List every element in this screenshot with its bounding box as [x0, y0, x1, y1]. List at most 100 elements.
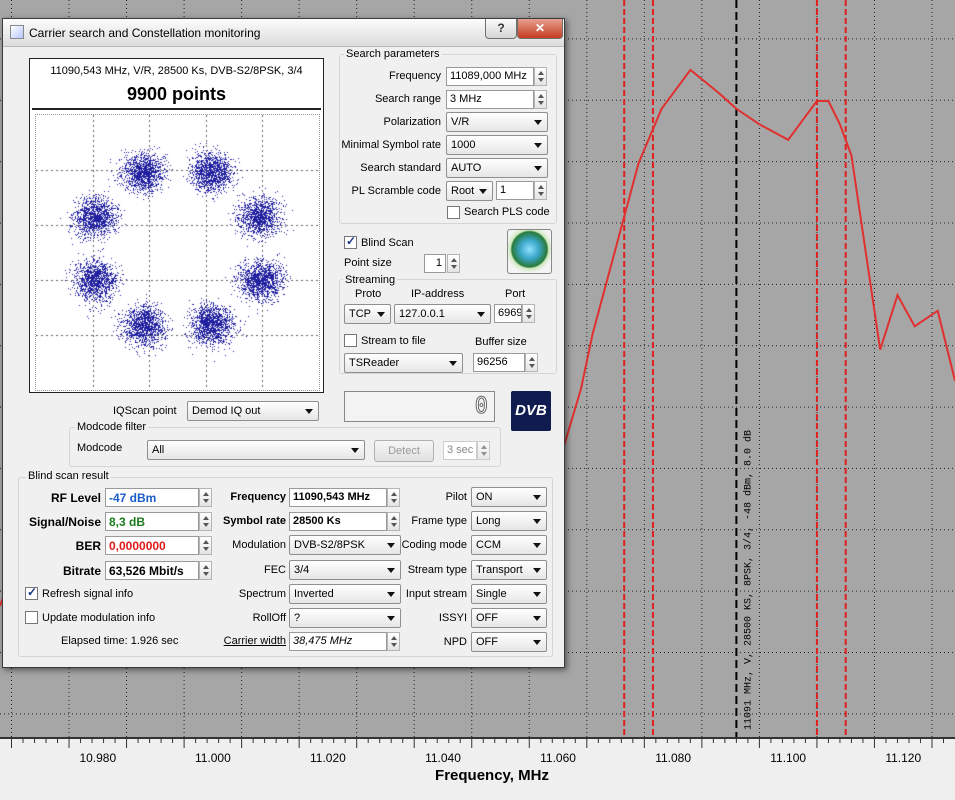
chevron-down-icon [534, 166, 542, 171]
window-titlebar[interactable]: Carrier search and Constellation monitor… [3, 19, 564, 47]
stream-to-file-label[interactable]: Stream to file [361, 335, 426, 347]
npd-select[interactable]: OFF [471, 632, 547, 652]
npd-value: OFF [476, 636, 498, 648]
pilot-value: ON [476, 491, 493, 503]
frequency-label: Frequency [389, 70, 441, 82]
issyi-select[interactable]: OFF [471, 608, 547, 628]
signal-noise-label: Signal/Noise [28, 515, 101, 529]
min-symbol-rate-select[interactable]: 1000 [446, 135, 548, 155]
reader-select[interactable]: TSReader [344, 353, 463, 373]
frequency-input[interactable]: 11089,000 MHz [446, 67, 534, 86]
refresh-signal-checkbox[interactable] [25, 585, 38, 600]
update-modulation-checkbox[interactable] [25, 611, 38, 624]
help-button[interactable]: ? [485, 19, 517, 39]
x-tick-label: 10.980 [79, 751, 116, 765]
spectrum-select[interactable]: Inverted [289, 584, 401, 604]
proto-select[interactable]: TCP [344, 304, 391, 324]
signal-noise-value: 8,3 dB [105, 512, 199, 531]
pilot-select[interactable]: ON [471, 487, 547, 507]
frame-type-label: Frame type [411, 515, 467, 527]
search-pls-label[interactable]: Search PLS code [464, 206, 550, 218]
pl-scramble-mode-select[interactable]: Root [446, 181, 493, 201]
polarization-label: Polarization [383, 116, 441, 128]
port-input[interactable]: 6969 [494, 304, 522, 323]
search-range-input[interactable]: 3 MHz [446, 90, 534, 109]
input-stream-select[interactable]: Single [471, 584, 547, 604]
refresh-signal-label[interactable]: Refresh signal info [42, 588, 133, 600]
app-logo-icon[interactable] [507, 229, 552, 274]
points-count: 9900 points [126, 84, 227, 104]
min-symbol-rate-label: Minimal Symbol rate [341, 139, 441, 151]
coding-mode-select[interactable]: CCM [471, 535, 547, 555]
chevron-down-icon [533, 568, 541, 573]
stream-type-label: Stream type [407, 564, 467, 576]
symbol-rate-spinner[interactable] [387, 512, 400, 531]
buffer-size-label: Buffer size [475, 336, 527, 348]
spectrum-value: Inverted [294, 588, 334, 600]
frame-type-select[interactable]: Long [471, 511, 547, 531]
stream-type-select[interactable]: Transport [471, 560, 547, 580]
port-label: Port [505, 288, 526, 300]
carrier-width-link[interactable]: Carrier width [203, 635, 286, 647]
detect-button[interactable]: Detect [374, 440, 434, 462]
pl-scramble-spinner[interactable] [534, 181, 547, 200]
chevron-down-icon [533, 616, 541, 621]
rolloff-label: RollOff [252, 612, 286, 624]
point-size-spinner[interactable] [447, 254, 460, 273]
detect-time-input[interactable]: 3 sec [443, 441, 477, 460]
search-standard-value: AUTO [451, 162, 482, 174]
blind-scan-result-title: Blind scan result [26, 470, 111, 482]
rolloff-value: ? [294, 612, 301, 624]
pl-scramble-input[interactable]: 1 [496, 181, 534, 200]
symbol-rate-label: Symbol rate [223, 515, 286, 527]
frequency-spinner[interactable] [534, 67, 547, 86]
x-tick-label: 11.040 [425, 751, 461, 765]
modcode-value: All [152, 444, 165, 456]
carrier-search-window[interactable]: Carrier search and Constellation monitor… [2, 18, 565, 668]
polarization-select[interactable]: V/R [446, 112, 548, 132]
bitrate-label: Bitrate [62, 564, 101, 578]
ip-address-select[interactable]: 127.0.0.1 [394, 304, 491, 324]
lcd-value: 0 [474, 394, 488, 420]
stream-to-file-checkbox[interactable] [344, 334, 357, 347]
iqscan-point-select[interactable]: Demod IQ out [187, 401, 319, 421]
symbol-rate-value: 28500 Ks [289, 512, 387, 531]
x-tick-label: 11.080 [655, 751, 691, 765]
chevron-down-icon [449, 361, 457, 366]
search-pls-checkbox[interactable] [447, 206, 460, 219]
blind-scan-checkbox[interactable] [344, 234, 357, 249]
point-size-input[interactable]: 1 [424, 254, 446, 273]
chevron-down-icon [533, 495, 541, 500]
fec-select[interactable]: 3/4 [289, 560, 401, 580]
point-size-value: 1 [435, 257, 442, 269]
modulation-select[interactable]: DVB-S2/8PSK [289, 535, 401, 555]
result-frequency-spinner[interactable] [387, 488, 400, 507]
search-standard-select[interactable]: AUTO [446, 158, 548, 178]
point-size-label: Point size [344, 257, 392, 269]
modcode-filter-title: Modcode filter [75, 421, 149, 433]
chevron-down-icon [534, 120, 542, 125]
buffer-size-spinner[interactable] [525, 353, 538, 372]
chevron-down-icon [387, 568, 395, 573]
rf-level-value: -47 dBm [105, 488, 199, 507]
search-range-spinner[interactable] [534, 90, 547, 109]
modcode-select[interactable]: All [147, 440, 365, 460]
search-range-label: Search range [374, 93, 441, 105]
carrier-width-value: 38,475 MHz [289, 632, 387, 651]
ip-address-value: 127.0.0.1 [399, 308, 445, 320]
detect-time-spinner[interactable] [477, 441, 490, 460]
chevron-down-icon [533, 519, 541, 524]
bitrate-value: 63,526 Mbit/s [105, 561, 199, 580]
buffer-size-input[interactable]: 96256 [473, 353, 525, 372]
chevron-down-icon [534, 143, 542, 148]
port-spinner[interactable] [522, 304, 535, 323]
spectrum-label: Spectrum [238, 588, 286, 600]
lcd-display: 0 [344, 391, 495, 422]
chevron-down-icon [387, 616, 395, 621]
carrier-width-spinner[interactable] [387, 632, 400, 651]
blind-scan-label[interactable]: Blind Scan [361, 237, 414, 249]
rolloff-select[interactable]: ? [289, 608, 401, 628]
update-modulation-label[interactable]: Update modulation info [42, 612, 155, 624]
close-button[interactable]: ✕ [517, 19, 563, 39]
chevron-down-icon [387, 543, 395, 548]
